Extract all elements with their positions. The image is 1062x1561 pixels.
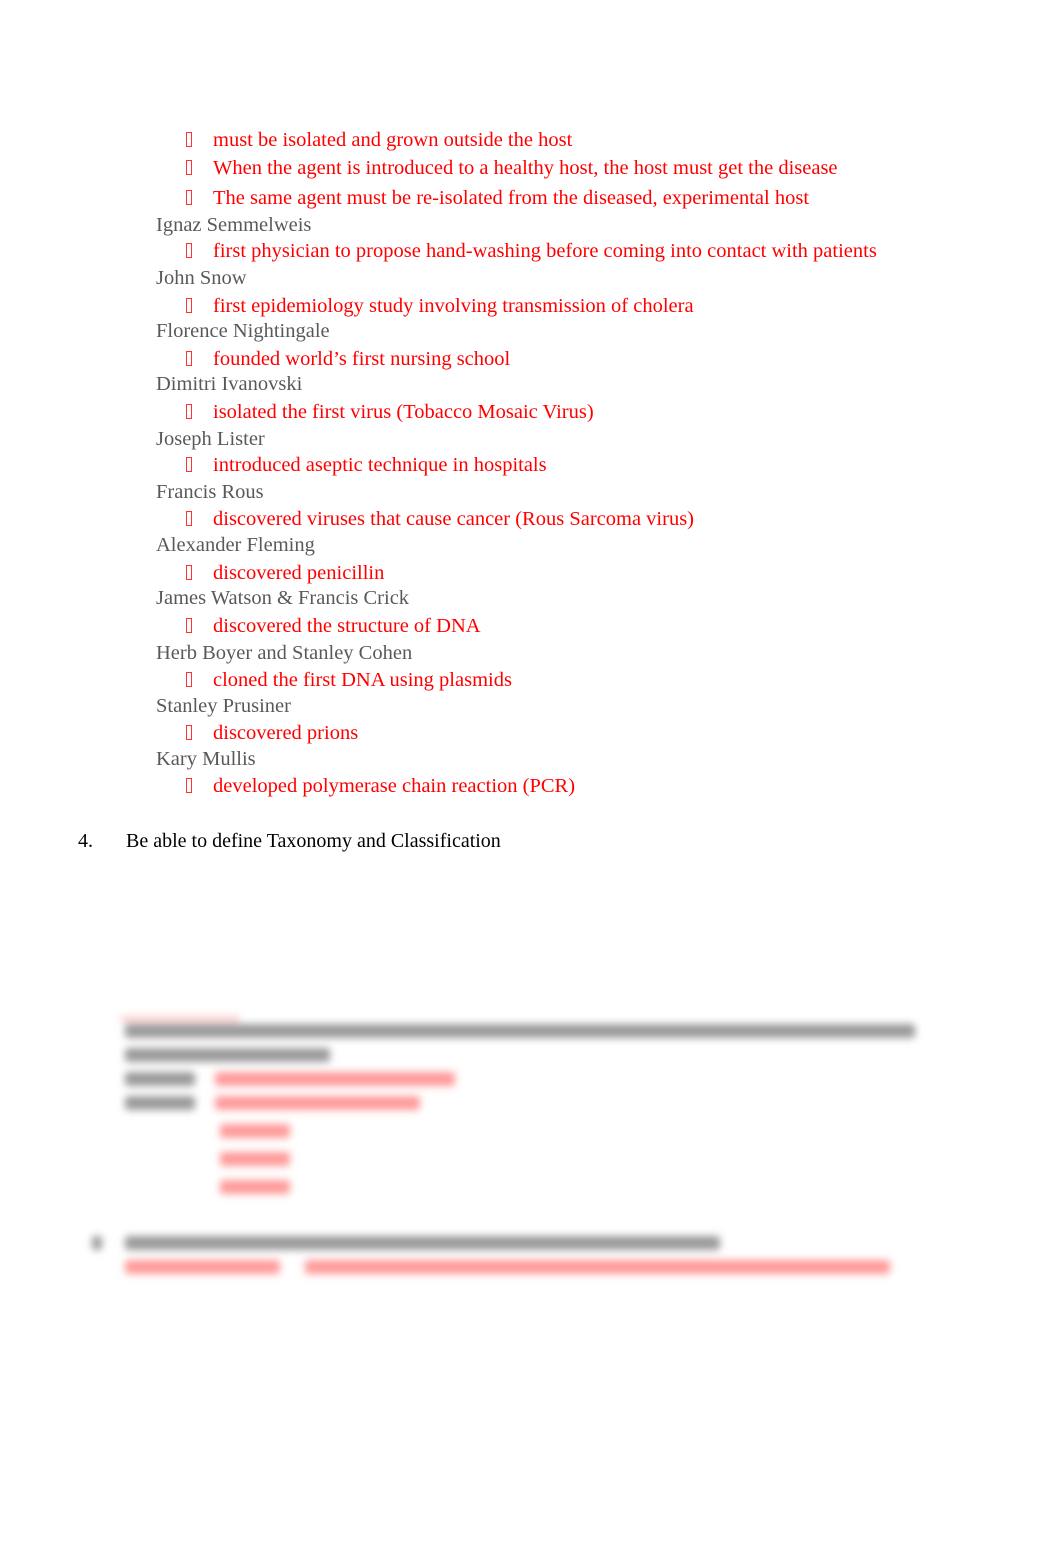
- blurred-line: [220, 1124, 290, 1138]
- blurred-line: [92, 1236, 102, 1250]
- blurred-line: [125, 1024, 915, 1038]
- blurred-line: [120, 1016, 240, 1022]
- blurred-line: [125, 1260, 280, 1274]
- blurred-line: [125, 1236, 720, 1250]
- blurred-line: [305, 1260, 890, 1274]
- blurred-line: [220, 1180, 290, 1194]
- blurred-line: [220, 1152, 290, 1166]
- blurred-line: [215, 1072, 455, 1086]
- document-page: must be isolated and grown outside the h…: [0, 0, 1062, 1561]
- blurred-line: [125, 1096, 195, 1110]
- blurred-line: [125, 1048, 330, 1062]
- blurred-line: [215, 1096, 420, 1110]
- blurred-preview-region: [0, 0, 1062, 1561]
- blurred-line: [125, 1072, 195, 1086]
